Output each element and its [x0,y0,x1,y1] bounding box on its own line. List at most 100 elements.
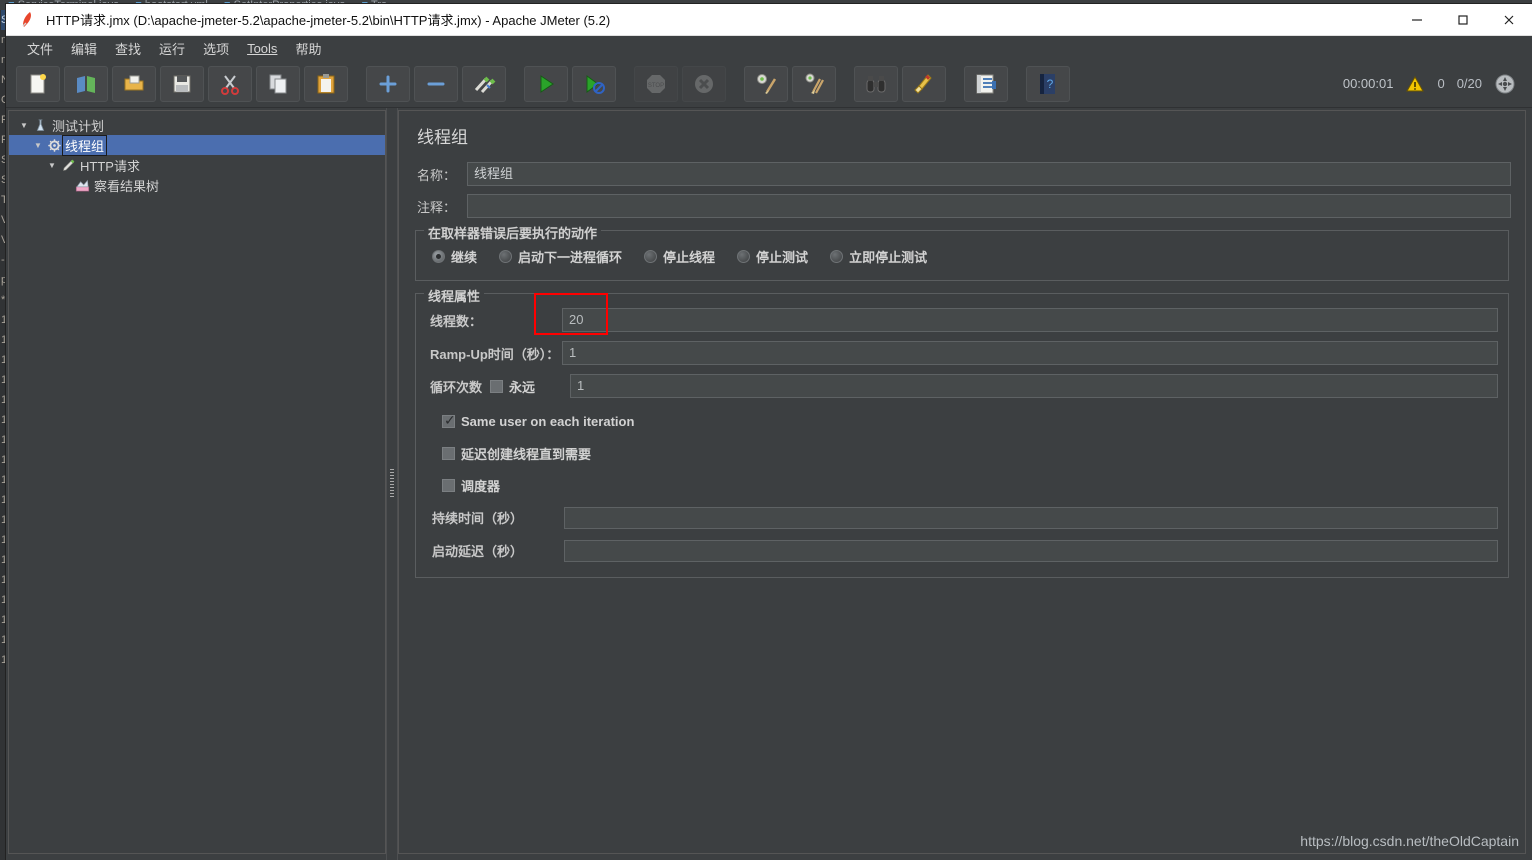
error-action-radio-label: 立即停止测试 [849,250,928,265]
radio-button-icon[interactable] [830,250,844,263]
chevron-down-icon[interactable]: ▼ [17,121,31,130]
loop-forever-check-box[interactable] [490,379,503,393]
delay-create-check-box[interactable] [442,446,455,460]
error-action-radio-2[interactable]: 停止线程 [644,247,715,266]
stop-button: STOP [634,65,678,102]
splitter-grip[interactable] [390,469,394,499]
tree-node-1[interactable]: ▼ 线程组 [9,134,385,156]
templates-button[interactable] [64,65,108,102]
warning-triangle-icon[interactable] [1405,75,1425,93]
radio-button-icon[interactable] [644,250,658,263]
radio-button-icon[interactable] [737,250,751,263]
menu-item-查找[interactable]: 查找 [106,37,150,60]
scheduler-check-box[interactable] [442,478,455,492]
loop-count-label: 循环次数 [430,379,483,395]
error-action-radio-1[interactable]: 启动下一进程循环 [499,247,622,266]
clear-button[interactable] [744,65,788,102]
shutdown-button [682,65,726,102]
warning-count: 0 [1437,76,1445,91]
expand-all-button[interactable] [366,65,410,102]
open-button[interactable] [112,65,156,102]
new-button[interactable] [16,65,60,102]
startup-delay-input[interactable] [564,539,1498,562]
chevron-down-icon[interactable]: ▼ [45,161,59,170]
rampup-row: Ramp-Up时间（秒）： 1 [426,339,1498,367]
reset-search-button[interactable] [902,65,946,102]
chevron-down-icon[interactable]: ▼ [31,141,45,150]
same-user-label: Same user on each iteration [461,413,635,429]
comment-field-row: 注释： [413,194,1511,218]
delay-create-row[interactable]: 延迟创建线程直到需要 [426,437,1498,469]
name-label: 名称： [417,167,457,183]
loop-count-input[interactable]: 1 [570,374,1498,398]
startup-delay-label: 启动延迟（秒） [432,544,524,559]
start-no-pauses-button[interactable] [572,65,616,102]
menu-bar: 文件 编辑 查找 运行 选项 Tools 帮助 [6,36,1532,60]
tree-node-label: HTTP请求 [80,158,140,174]
rampup-input[interactable]: 1 [562,341,1498,365]
scheduler-row[interactable]: 调度器 [426,469,1498,501]
jmeter-main-window: HTTP请求.jmx (D:\apache-jmeter-5.2\apache-… [6,4,1532,860]
open-folder-icon [122,72,146,96]
duration-input[interactable] [564,506,1498,529]
menu-item-tools[interactable]: Tools [238,39,286,58]
plus-icon [376,72,400,96]
same-user-row[interactable]: Same user on each iteration [426,405,1498,437]
tree-node-label: 测试计划 [52,118,105,134]
copy-button[interactable] [256,65,300,102]
test-plan-tree[interactable]: ▼ 测试计划 ▼ 线程组 ▼ HTTP请求 察看结果树 [8,110,386,854]
menu-item-文件[interactable]: 文件 [18,37,62,60]
threads-input-wrap: 20 [534,293,1498,335]
minus-icon [424,72,448,96]
tree-node-3[interactable]: 察看结果树 [9,175,385,195]
save-button[interactable] [160,65,204,102]
radio-button-icon[interactable] [432,250,445,263]
threads-input[interactable]: 20 [562,308,1498,332]
toolbar-status-area: 00:00:01 0 0/20 [1343,73,1522,95]
duration-row: 持续时间（秒） [426,501,1498,534]
function-helper-button[interactable] [964,65,1008,102]
tree-node-0[interactable]: ▼ 测试计划 [9,115,385,135]
loop-forever-checkbox[interactable]: 永远 [490,377,562,396]
clear-all-broom-icon [802,72,826,96]
search-button[interactable] [854,65,898,102]
http-sampler-pen-icon [59,158,77,173]
radio-button-icon[interactable] [499,250,513,263]
comment-input[interactable] [467,194,1511,218]
help-button[interactable]: ? [1026,65,1070,102]
save-floppy-icon [170,72,194,96]
close-button[interactable] [1486,4,1532,36]
error-action-radio-label: 停止测试 [756,250,809,265]
error-action-radio-label: 继续 [451,250,478,265]
view-results-tree-icon [73,178,91,193]
broom-icon [912,72,936,96]
connection-globe-icon[interactable] [1494,73,1516,95]
help-book-icon: ? [1036,72,1060,96]
minimize-button[interactable] [1394,4,1440,36]
error-action-radio-3[interactable]: 停止测试 [737,247,808,266]
clear-all-button[interactable] [792,65,836,102]
comment-label: 注释： [417,199,457,215]
start-button[interactable] [524,65,568,102]
paste-button[interactable] [304,65,348,102]
same-user-check-box[interactable] [442,412,456,428]
menu-item-编辑[interactable]: 编辑 [62,37,106,60]
tree-node-2[interactable]: ▼ HTTP请求 [9,155,385,175]
loop-forever-label: 永远 [509,379,536,395]
name-input[interactable]: 线程组 [467,162,1511,186]
content-area: ▼ 测试计划 ▼ 线程组 ▼ HTTP请求 察看结果树 线程组 名称： 线程组 注释： 在取… [6,108,1532,860]
title-bar: HTTP请求.jmx (D:\apache-jmeter-5.2\apache-… [6,4,1532,36]
stop-sign-icon: STOP [644,72,668,96]
jmeter-feather-icon [14,11,40,29]
collapse-all-button[interactable] [414,65,458,102]
menu-item-运行[interactable]: 运行 [150,37,194,60]
cut-button[interactable] [208,65,252,102]
menu-item-选项[interactable]: 选项 [194,37,238,60]
maximize-button[interactable] [1440,4,1486,36]
menu-item-帮助[interactable]: 帮助 [286,37,330,60]
toggle-button[interactable] [462,65,506,102]
panel-splitter[interactable] [386,108,398,860]
error-action-radio-4[interactable]: 立即停止测试 [830,247,927,266]
copy-icon [266,72,290,96]
error-action-radio-0[interactable]: 继续 [432,247,477,266]
